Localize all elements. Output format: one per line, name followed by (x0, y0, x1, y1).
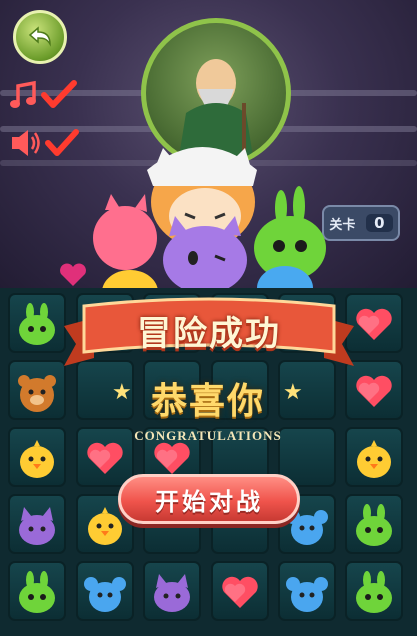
checkmark-icon (41, 80, 77, 108)
start-battle-button[interactable]: 开始对战 (118, 474, 300, 524)
board-tile[interactable] (345, 494, 403, 554)
heart-icon (60, 263, 86, 286)
board-tile[interactable] (143, 561, 201, 621)
blue-mouse-icon (84, 577, 126, 612)
green-bunny-icon (19, 303, 55, 345)
purple-cat-icon (154, 574, 190, 612)
result-title: 冒险成功 (137, 314, 281, 354)
checkmark-icon (45, 129, 79, 156)
purple-cat-icon (19, 507, 55, 545)
level-value: 0 (366, 214, 393, 232)
heart-icon (222, 576, 258, 608)
brown-bear-icon (18, 375, 56, 412)
back-arrow-icon (28, 26, 51, 47)
congratulations-subtitle: CONGRATULATIONS (134, 428, 282, 443)
blue-mouse-icon (286, 577, 328, 612)
music-note-icon (10, 80, 36, 108)
board-tile[interactable] (8, 494, 66, 554)
board-tile[interactable] (278, 561, 336, 621)
speaker-icon (12, 130, 40, 156)
music-toggle[interactable] (8, 78, 80, 112)
board-tile[interactable] (8, 360, 66, 420)
board-tile[interactable] (211, 561, 269, 621)
green-bunny-icon (356, 504, 392, 546)
board-tile[interactable] (8, 293, 66, 353)
board-tile[interactable] (8, 427, 66, 487)
heart-icon (356, 308, 392, 340)
sound-toggle[interactable] (8, 126, 80, 160)
board-tile[interactable] (345, 561, 403, 621)
yellow-chick-icon (20, 440, 54, 478)
board-tile[interactable] (76, 561, 134, 621)
back-button[interactable] (13, 10, 67, 64)
board-tile[interactable] (345, 360, 403, 420)
heart-icon (356, 375, 392, 407)
yellow-chick-icon (357, 440, 391, 478)
board-tile[interactable] (8, 561, 66, 621)
board-tile[interactable] (345, 427, 403, 487)
green-bunny-icon (19, 571, 55, 613)
green-bunny-icon (356, 571, 392, 613)
congratulations-title: 恭喜你 (150, 381, 265, 422)
